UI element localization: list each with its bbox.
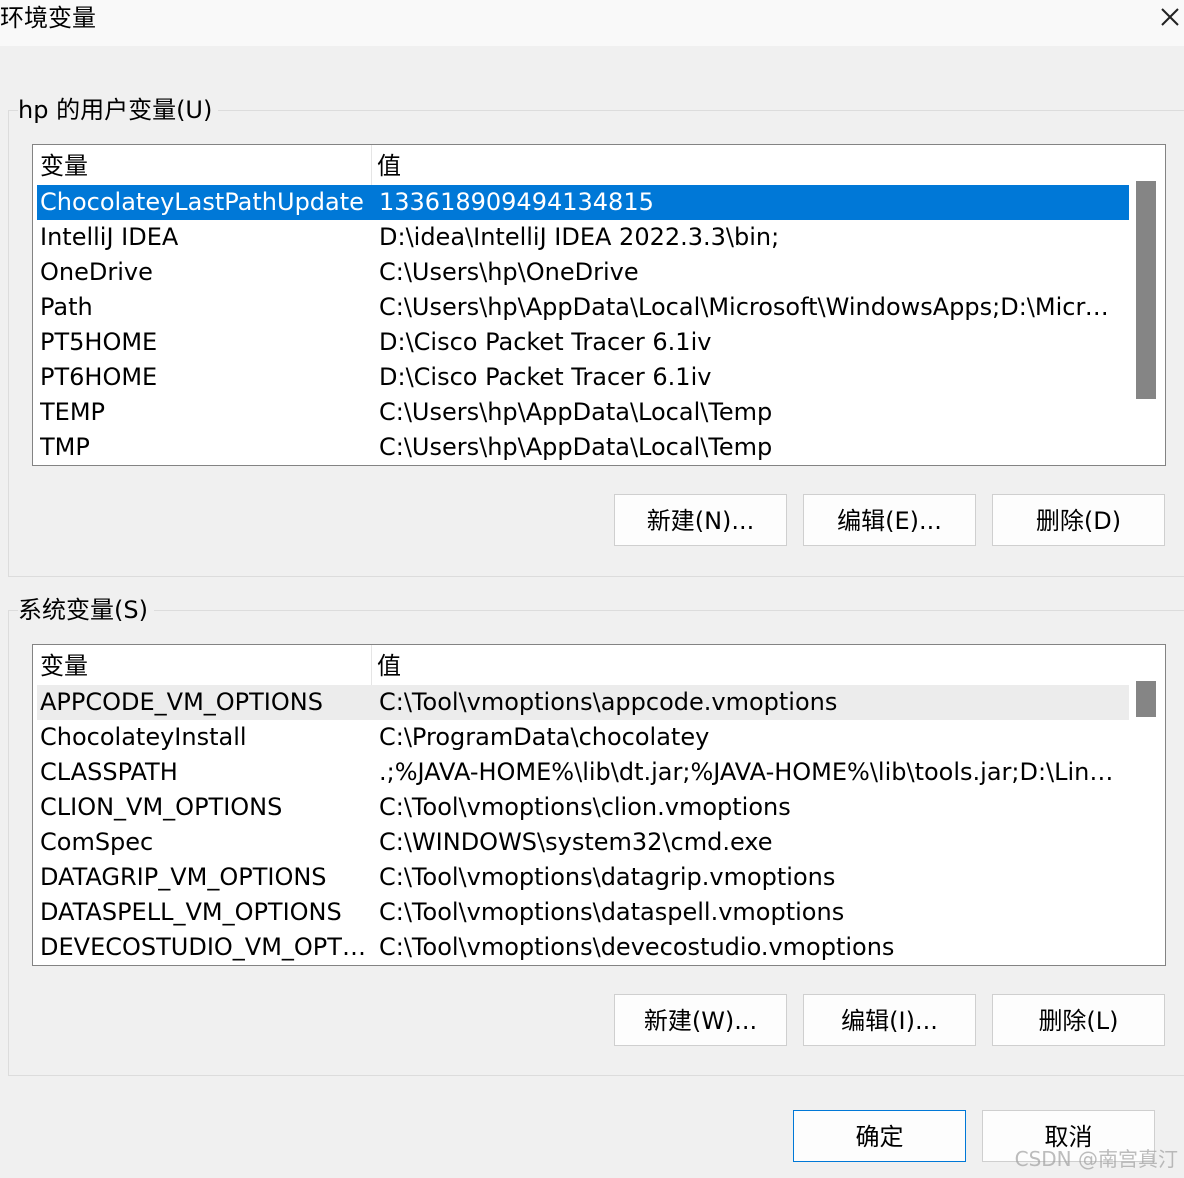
variable-name: DATAGRIP_VM_OPTIONS [40,863,327,891]
variable-value: C:\Tool\vmoptions\devecostudio.vmoptions [379,933,895,961]
scrollbar-thumb[interactable] [1136,181,1156,399]
variable-value: C:\Tool\vmoptions\datagrip.vmoptions [379,863,836,891]
column-header-variable[interactable]: 变量 [40,145,88,185]
column-header-variable[interactable]: 变量 [40,645,88,685]
variable-value: C:\ProgramData\chocolatey [379,723,710,751]
variable-name: ChocolateyInstall [40,723,247,751]
list-item[interactable]: CLION_VM_OPTIONS C:\Tool\vmoptions\clion… [33,790,1131,825]
variable-name: DATASPELL_VM_OPTIONS [40,898,342,926]
variable-value: C:\Tool\vmoptions\clion.vmoptions [379,793,791,821]
list-item[interactable]: DATAGRIP_VM_OPTIONS C:\Tool\vmoptions\da… [33,860,1131,895]
user-delete-button[interactable]: 删除(D) [992,494,1165,546]
column-header-value[interactable]: 值 [377,645,401,685]
variable-name: APPCODE_VM_OPTIONS [40,688,323,716]
window-title: 环境变量 [0,4,96,32]
system-new-button[interactable]: 新建(W)... [614,994,787,1046]
list-item[interactable]: DEVECOSTUDIO_VM_OPTI... C:\Tool\vmoption… [33,930,1131,965]
vertical-scrollbar[interactable] [1129,145,1165,465]
variable-name: CLION_VM_OPTIONS [40,793,283,821]
variable-value: D:\Cisco Packet Tracer 6.1iv [379,363,712,391]
list-item[interactable]: TMP C:\Users\hp\AppData\Local\Temp [33,430,1131,465]
variable-value: C:\Tool\vmoptions\dataspell.vmoptions [379,898,845,926]
column-divider[interactable] [371,645,372,685]
list-item[interactable]: ChocolateyInstall C:\ProgramData\chocola… [33,720,1131,755]
list-item[interactable]: DATASPELL_VM_OPTIONS C:\Tool\vmoptions\d… [33,895,1131,930]
ok-button[interactable]: 确定 [793,1110,966,1162]
variable-value: D:\idea\IntelliJ IDEA 2022.3.3\bin; [379,223,780,251]
list-header: 变量 值 [33,145,1129,185]
close-button[interactable] [1156,0,1184,38]
list-item[interactable]: CLASSPATH .;%JAVA-HOME%\lib\dt.jar;%JAVA… [33,755,1131,790]
system-variables-list[interactable]: 变量 值 APPCODE_VM_OPTIONS C:\Tool\vmoption… [32,644,1166,966]
column-header-value[interactable]: 值 [377,145,401,185]
user-edit-button[interactable]: 编辑(E)... [803,494,976,546]
watermark: CSDN @南宫真汀 [1014,1147,1178,1171]
user-new-button[interactable]: 新建(N)... [614,494,787,546]
vertical-scrollbar[interactable] [1129,645,1165,965]
user-variables-label: hp 的用户变量(U) [18,94,219,126]
list-item[interactable]: IntelliJ IDEA D:\idea\IntelliJ IDEA 2022… [33,220,1131,255]
variable-value: C:\Users\hp\AppData\Local\Microsoft\Wind… [379,293,1121,321]
variable-value: D:\Cisco Packet Tracer 6.1iv [379,328,712,356]
user-variables-list[interactable]: 变量 值 ChocolateyLastPathUpdate 1336189094… [32,144,1166,466]
list-item[interactable]: PT5HOME D:\Cisco Packet Tracer 6.1iv [33,325,1131,360]
list-item[interactable]: OneDrive C:\Users\hp\OneDrive [33,255,1131,290]
variable-name: ComSpec [40,828,154,856]
system-delete-button[interactable]: 删除(L) [992,994,1165,1046]
list-item[interactable]: ComSpec C:\WINDOWS\system32\cmd.exe [33,825,1131,860]
variable-value: C:\Users\hp\AppData\Local\Temp [379,398,773,426]
list-item[interactable]: TEMP C:\Users\hp\AppData\Local\Temp [33,395,1131,430]
variable-value: C:\Users\hp\AppData\Local\Temp [379,433,773,461]
list-item[interactable]: Path C:\Users\hp\AppData\Local\Microsoft… [33,290,1131,325]
variable-value: .;%JAVA-HOME%\lib\dt.jar;%JAVA-HOME%\lib… [379,758,1121,786]
variable-value: C:\Tool\vmoptions\appcode.vmoptions [379,688,838,716]
variable-name: OneDrive [40,258,153,286]
variable-name: DEVECOSTUDIO_VM_OPTI... [40,933,370,961]
system-edit-button[interactable]: 编辑(I)... [803,994,976,1046]
variable-name: TMP [40,433,90,461]
title-bar: 环境变量 [0,0,1184,46]
list-item[interactable]: PT6HOME D:\Cisco Packet Tracer 6.1iv [33,360,1131,395]
scrollbar-thumb[interactable] [1136,681,1156,717]
list-header: 变量 值 [33,645,1129,685]
variable-name: TEMP [40,398,106,426]
list-item[interactable]: APPCODE_VM_OPTIONS C:\Tool\vmoptions\app… [37,685,1130,720]
variable-value: C:\WINDOWS\system32\cmd.exe [379,828,773,856]
variable-name: CLASSPATH [40,758,178,786]
variable-value: 133618909494134815 [379,188,654,216]
variable-name: Path [40,293,93,321]
list-item[interactable]: ChocolateyLastPathUpdate 133618909494134… [37,185,1130,220]
system-variables-label: 系统变量(S) [18,594,154,626]
column-divider[interactable] [371,145,372,185]
variable-name: PT5HOME [40,328,158,356]
close-icon [1161,8,1179,26]
variable-value: C:\Users\hp\OneDrive [379,258,639,286]
variable-name: ChocolateyLastPathUpdate [40,188,364,216]
variable-name: IntelliJ IDEA [40,223,179,251]
variable-name: PT6HOME [40,363,158,391]
